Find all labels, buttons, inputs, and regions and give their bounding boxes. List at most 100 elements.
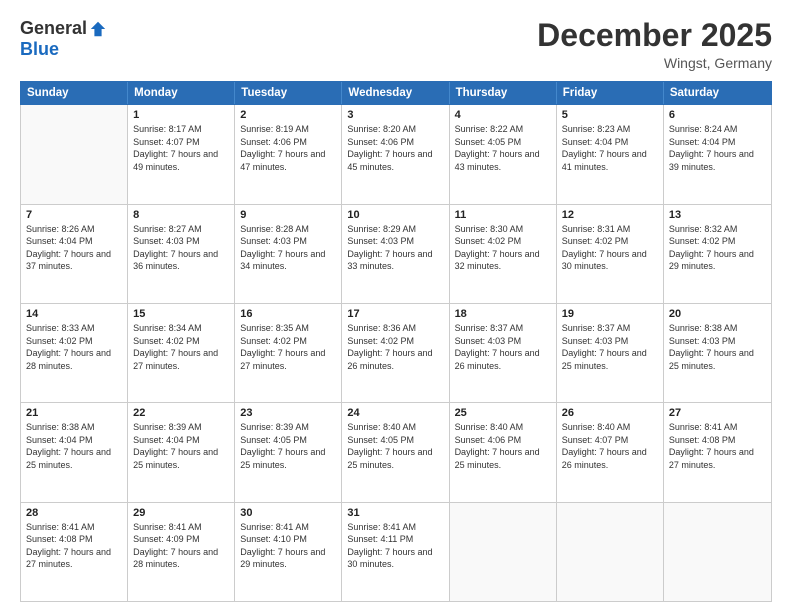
cell-info: Sunrise: 8:38 AM Sunset: 4:03 PM Dayligh… — [669, 322, 766, 372]
logo-text: General — [20, 18, 107, 39]
calendar-week-4: 21 Sunrise: 8:38 AM Sunset: 4:04 PM Dayli… — [21, 403, 771, 502]
day-number: 31 — [347, 507, 443, 519]
cell-info: Sunrise: 8:41 AM Sunset: 4:08 PM Dayligh… — [669, 421, 766, 471]
logo: General Blue — [20, 18, 107, 60]
day-header-friday: Friday — [557, 82, 664, 104]
day-number: 6 — [669, 109, 766, 121]
calendar-cell: 8 Sunrise: 8:27 AM Sunset: 4:03 PM Daylig… — [128, 205, 235, 303]
day-number: 3 — [347, 109, 443, 121]
cell-info: Sunrise: 8:31 AM Sunset: 4:02 PM Dayligh… — [562, 223, 658, 273]
calendar-cell: 3 Sunrise: 8:20 AM Sunset: 4:06 PM Daylig… — [342, 105, 449, 203]
calendar-cell: 17 Sunrise: 8:36 AM Sunset: 4:02 PM Dayli… — [342, 304, 449, 402]
day-number: 30 — [240, 507, 336, 519]
cell-info: Sunrise: 8:24 AM Sunset: 4:04 PM Dayligh… — [669, 123, 766, 173]
calendar: SundayMondayTuesdayWednesdayThursdayFrid… — [20, 81, 772, 602]
cell-info: Sunrise: 8:40 AM Sunset: 4:07 PM Dayligh… — [562, 421, 658, 471]
cell-info: Sunrise: 8:23 AM Sunset: 4:04 PM Dayligh… — [562, 123, 658, 173]
cell-info: Sunrise: 8:20 AM Sunset: 4:06 PM Dayligh… — [347, 123, 443, 173]
calendar-cell: 4Sunrise: 8:22 AM Sunset: 4:05 PM Daylig… — [450, 105, 557, 203]
calendar-cell: 14Sunrise: 8:33 AM Sunset: 4:02 PM Dayli… — [21, 304, 128, 402]
day-number: 22 — [133, 407, 229, 419]
calendar-cell: 16 Sunrise: 8:35 AM Sunset: 4:02 PM Dayli… — [235, 304, 342, 402]
calendar-cell: 28 Sunrise: 8:41 AM Sunset: 4:08 PM Dayli… — [21, 503, 128, 601]
cell-info: Sunrise: 8:40 AM Sunset: 4:06 PM Dayligh… — [455, 421, 551, 471]
calendar-cell: 18 Sunrise: 8:37 AM Sunset: 4:03 PM Dayli… — [450, 304, 557, 402]
day-number: 27 — [669, 407, 766, 419]
calendar-week-2: 7 Sunrise: 8:26 AM Sunset: 4:04 PM Daylig… — [21, 205, 771, 304]
day-number: 24 — [347, 407, 443, 419]
day-number: 18 — [455, 308, 551, 320]
day-number: 23 — [240, 407, 336, 419]
day-header-saturday: Saturday — [664, 82, 771, 104]
calendar-cell — [664, 503, 771, 601]
day-number: 29 — [133, 507, 229, 519]
cell-info: Sunrise: 8:19 AM Sunset: 4:06 PM Dayligh… — [240, 123, 336, 173]
calendar-cell: 19 Sunrise: 8:37 AM Sunset: 4:03 PM Dayli… — [557, 304, 664, 402]
calendar-cell: 29Sunrise: 8:41 AM Sunset: 4:09 PM Dayli… — [128, 503, 235, 601]
logo-blue: Blue — [20, 39, 59, 60]
logo-icon — [89, 20, 107, 38]
cell-info: Sunrise: 8:35 AM Sunset: 4:02 PM Dayligh… — [240, 322, 336, 372]
day-number: 25 — [455, 407, 551, 419]
day-number: 21 — [26, 407, 122, 419]
cell-info: Sunrise: 8:41 AM Sunset: 4:08 PM Dayligh… — [26, 521, 122, 571]
day-number: 17 — [347, 308, 443, 320]
calendar-cell: 22 Sunrise: 8:39 AM Sunset: 4:04 PM Dayli… — [128, 403, 235, 501]
day-number: 20 — [669, 308, 766, 320]
calendar-cell: 6 Sunrise: 8:24 AM Sunset: 4:04 PM Daylig… — [664, 105, 771, 203]
title-area: December 2025 Wingst, Germany — [537, 18, 772, 71]
calendar-cell: 10Sunrise: 8:29 AM Sunset: 4:03 PM Dayli… — [342, 205, 449, 303]
cell-info: Sunrise: 8:41 AM Sunset: 4:11 PM Dayligh… — [347, 521, 443, 571]
calendar-cell — [450, 503, 557, 601]
day-header-thursday: Thursday — [450, 82, 557, 104]
cell-info: Sunrise: 8:33 AM Sunset: 4:02 PM Dayligh… — [26, 322, 122, 372]
cell-info: Sunrise: 8:37 AM Sunset: 4:03 PM Dayligh… — [562, 322, 658, 372]
cell-info: Sunrise: 8:34 AM Sunset: 4:02 PM Dayligh… — [133, 322, 229, 372]
calendar-cell: 9Sunrise: 8:28 AM Sunset: 4:03 PM Daylig… — [235, 205, 342, 303]
day-number: 8 — [133, 209, 229, 221]
month-title: December 2025 — [537, 18, 772, 53]
cell-info: Sunrise: 8:27 AM Sunset: 4:03 PM Dayligh… — [133, 223, 229, 273]
cell-info: Sunrise: 8:37 AM Sunset: 4:03 PM Dayligh… — [455, 322, 551, 372]
cell-info: Sunrise: 8:32 AM Sunset: 4:02 PM Dayligh… — [669, 223, 766, 273]
calendar-cell: 13 Sunrise: 8:32 AM Sunset: 4:02 PM Dayli… — [664, 205, 771, 303]
calendar-cell: 11 Sunrise: 8:30 AM Sunset: 4:02 PM Dayli… — [450, 205, 557, 303]
calendar-cell: 1Sunrise: 8:17 AM Sunset: 4:07 PM Daylig… — [128, 105, 235, 203]
day-number: 4 — [455, 109, 551, 121]
day-header-tuesday: Tuesday — [235, 82, 342, 104]
day-number: 10 — [347, 209, 443, 221]
calendar-cell: 25 Sunrise: 8:40 AM Sunset: 4:06 PM Dayli… — [450, 403, 557, 501]
day-number: 1 — [133, 109, 229, 121]
calendar-cell: 23Sunrise: 8:39 AM Sunset: 4:05 PM Dayli… — [235, 403, 342, 501]
cell-info: Sunrise: 8:38 AM Sunset: 4:04 PM Dayligh… — [26, 421, 122, 471]
cell-info: Sunrise: 8:30 AM Sunset: 4:02 PM Dayligh… — [455, 223, 551, 273]
day-number: 26 — [562, 407, 658, 419]
calendar-cell: 31 Sunrise: 8:41 AM Sunset: 4:11 PM Dayli… — [342, 503, 449, 601]
calendar-week-3: 14Sunrise: 8:33 AM Sunset: 4:02 PM Dayli… — [21, 304, 771, 403]
day-number: 16 — [240, 308, 336, 320]
calendar-cell: 21 Sunrise: 8:38 AM Sunset: 4:04 PM Dayli… — [21, 403, 128, 501]
day-number: 7 — [26, 209, 122, 221]
day-number: 28 — [26, 507, 122, 519]
calendar-cell: 27 Sunrise: 8:41 AM Sunset: 4:08 PM Dayli… — [664, 403, 771, 501]
cell-info: Sunrise: 8:39 AM Sunset: 4:04 PM Dayligh… — [133, 421, 229, 471]
cell-info: Sunrise: 8:40 AM Sunset: 4:05 PM Dayligh… — [347, 421, 443, 471]
calendar-week-1: 1Sunrise: 8:17 AM Sunset: 4:07 PM Daylig… — [21, 105, 771, 204]
day-number: 19 — [562, 308, 658, 320]
calendar-cell: 7 Sunrise: 8:26 AM Sunset: 4:04 PM Daylig… — [21, 205, 128, 303]
page: General Blue December 2025 Wingst, Germa… — [0, 0, 792, 612]
calendar-cell — [557, 503, 664, 601]
day-number: 15 — [133, 308, 229, 320]
day-number: 11 — [455, 209, 551, 221]
calendar-cell: 30Sunrise: 8:41 AM Sunset: 4:10 PM Dayli… — [235, 503, 342, 601]
calendar-week-5: 28 Sunrise: 8:41 AM Sunset: 4:08 PM Dayli… — [21, 503, 771, 601]
calendar-cell: 5 Sunrise: 8:23 AM Sunset: 4:04 PM Daylig… — [557, 105, 664, 203]
day-number: 13 — [669, 209, 766, 221]
cell-info: Sunrise: 8:26 AM Sunset: 4:04 PM Dayligh… — [26, 223, 122, 273]
header: General Blue December 2025 Wingst, Germa… — [20, 18, 772, 71]
calendar-cell: 15 Sunrise: 8:34 AM Sunset: 4:02 PM Dayli… — [128, 304, 235, 402]
cell-info: Sunrise: 8:36 AM Sunset: 4:02 PM Dayligh… — [347, 322, 443, 372]
calendar-cell — [21, 105, 128, 203]
day-number: 5 — [562, 109, 658, 121]
day-number: 2 — [240, 109, 336, 121]
